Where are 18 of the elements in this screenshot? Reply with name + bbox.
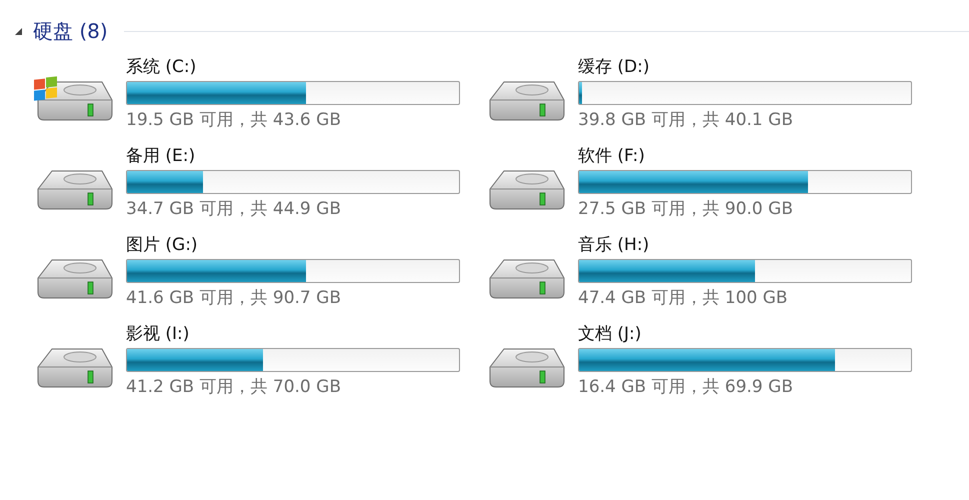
drive-name: 系统 (C:) (126, 57, 198, 77)
free-space-text: 41.2 GB 可用，共 70.0 GB (126, 376, 342, 398)
free-space-text: 19.5 GB 可用，共 43.6 GB (126, 109, 342, 131)
free-space-text: 39.8 GB 可用，共 40.1 GB (578, 109, 794, 131)
drive-name: 图片 (G:) (126, 235, 199, 255)
drive-name: 文档 (J:) (578, 324, 642, 344)
free-space-text: 41.6 GB 可用，共 90.7 GB (126, 287, 342, 309)
collapse-arrow-icon[interactable] (14, 27, 23, 36)
free-space-text: 34.7 GB 可用，共 44.9 GB (126, 198, 342, 220)
free-space-text: 47.4 GB 可用，共 100 GB (578, 287, 789, 309)
drive-name: 影视 (I:) (126, 324, 190, 344)
group-title[interactable]: 硬盘 (8) (33, 18, 108, 45)
drive-name: 缓存 (D:) (578, 57, 650, 77)
free-space-text: 16.4 GB 可用，共 69.9 GB (578, 376, 794, 398)
free-space-text: 27.5 GB 可用，共 90.0 GB (578, 198, 794, 220)
drive-name: 备用 (E:) (126, 146, 196, 166)
drive-name: 音乐 (H:) (578, 235, 650, 255)
drive-name: 软件 (F:) (578, 146, 646, 166)
